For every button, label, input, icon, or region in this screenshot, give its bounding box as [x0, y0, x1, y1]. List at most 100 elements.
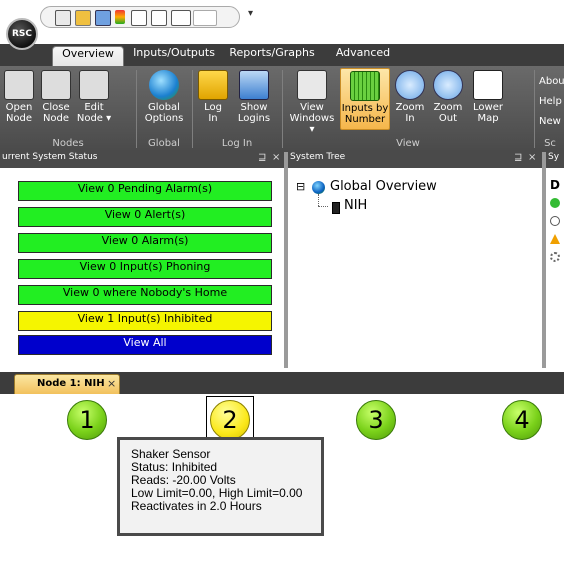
zoom-in-button[interactable]: Zoom In: [392, 68, 428, 130]
close-icon[interactable]: ×: [272, 152, 280, 163]
pdf-icon[interactable]: [193, 10, 217, 26]
settings-icon[interactable]: [95, 10, 111, 26]
node-icon: [332, 202, 340, 214]
zoom-in-label: Zoom In: [395, 102, 425, 124]
new-link[interactable]: New: [539, 112, 564, 132]
tree-item-global-overview[interactable]: Global Overview: [330, 179, 437, 194]
globe-icon: [312, 181, 325, 194]
group-global: Global: [148, 138, 180, 149]
grid-icon: [350, 71, 380, 101]
zoom-out-icon: [433, 70, 463, 100]
open-node-icon: [4, 70, 34, 100]
ribbon-separator: [136, 70, 137, 148]
edit-node-icon: [79, 70, 109, 100]
zoom-out-button[interactable]: Zoom Out: [430, 68, 466, 130]
lower-map-button[interactable]: Lower Map: [468, 68, 508, 130]
ribbon-tab-strip: Overview Inputs/Outputs Reports/Graphs A…: [0, 44, 564, 66]
inputs-by-number-label: Inputs by Number: [341, 103, 389, 125]
check-icon: [550, 198, 560, 208]
show-logins-button[interactable]: Show Logins: [232, 68, 276, 130]
edit-node-button[interactable]: Edit Node ▾: [74, 68, 114, 130]
tab-reports-graphs[interactable]: Reports/Graphs: [224, 46, 320, 66]
ribbon-separator: [192, 70, 193, 148]
windows-icon: [297, 70, 327, 100]
ribbon: Open Node Close Node Edit Node ▾ Nodes G…: [0, 66, 564, 152]
node-circle-1[interactable]: 1: [67, 400, 107, 440]
lower-map-label: Lower Map: [473, 102, 503, 124]
pin-icon[interactable]: ⊒: [258, 152, 266, 163]
global-options-label: Global Options: [144, 102, 184, 124]
nobody-home-button[interactable]: View 0 where Nobody's Home: [18, 285, 272, 305]
alerts-button[interactable]: View 0 Alert(s): [18, 207, 272, 227]
map-icon: [473, 70, 503, 100]
right-panel-letter: D: [550, 178, 560, 192]
users-icon: [239, 70, 269, 100]
inputs-by-number-button[interactable]: Inputs by Number: [340, 68, 390, 130]
group-nodes: Nodes: [52, 138, 84, 149]
globe-icon: [149, 70, 179, 100]
tree-item-nih[interactable]: NIH: [344, 198, 367, 213]
gear-icon: [550, 252, 560, 262]
ribbon-separator: [534, 70, 535, 148]
tree-line: [318, 206, 328, 208]
all-avg-icon[interactable]: [131, 10, 147, 26]
users-icon[interactable]: [75, 10, 91, 26]
warning-icon: [550, 234, 560, 244]
lock-icon: [198, 70, 228, 100]
close-icon[interactable]: ×: [528, 152, 536, 163]
ribbon-side-links: Abou Help New: [539, 72, 564, 132]
log-in-button[interactable]: Log In: [196, 68, 230, 130]
close-icon[interactable]: ×: [107, 375, 116, 393]
pending-alarms-button[interactable]: View 0 Pending Alarm(s): [18, 181, 272, 201]
about-link[interactable]: Abou: [539, 72, 564, 92]
close-node-button[interactable]: Close Node: [38, 68, 74, 130]
status-panel-title: urrent System Status: [2, 152, 98, 162]
right-panel-body: D: [546, 168, 564, 368]
status-panel-header: urrent System Status ⊒ ×: [0, 152, 284, 168]
ribbon-separator: [282, 70, 283, 148]
qat-customize-icon[interactable]: ▾: [248, 8, 253, 19]
clock-icon[interactable]: [55, 10, 71, 26]
node-circle-3[interactable]: 3: [356, 400, 396, 440]
pin-icon[interactable]: ⊒: [514, 152, 522, 163]
help-link[interactable]: Help: [539, 92, 564, 112]
collapse-icon[interactable]: ⊟: [296, 180, 305, 193]
group-sc: Sc: [544, 138, 556, 149]
all-icon[interactable]: [151, 10, 167, 26]
system-tree: [288, 168, 542, 368]
node-circle-2[interactable]: 2: [210, 400, 250, 440]
doc-tab-label: Node 1: NIH: [37, 378, 105, 389]
view-windows-label: View Windows ▾: [289, 102, 335, 135]
edit-node-label: Edit Node ▾: [76, 102, 112, 124]
inputs-inhibited-button[interactable]: View 1 Input(s) Inhibited: [18, 311, 272, 331]
graph-icon[interactable]: [171, 10, 191, 26]
show-logins-label: Show Logins: [237, 102, 271, 124]
view-all-button[interactable]: View All: [18, 335, 272, 355]
tab-node-1-nih[interactable]: Node 1: NIH ×: [14, 374, 120, 394]
tab-inputs-outputs[interactable]: Inputs/Outputs: [130, 46, 218, 66]
view-windows-button[interactable]: View Windows ▾: [286, 68, 338, 135]
close-node-icon: [41, 70, 71, 100]
tab-overview[interactable]: Overview: [52, 46, 124, 66]
group-log-in: Log In: [221, 138, 253, 149]
alarms-button[interactable]: View 0 Alarm(s): [18, 233, 272, 253]
tooltip-reactivation: Reactivates in 2.0 Hours: [131, 499, 262, 513]
open-node-button[interactable]: Open Node: [0, 68, 38, 130]
tab-advanced[interactable]: Advanced: [326, 46, 400, 66]
right-panel-header: Sy: [546, 152, 564, 168]
quick-access-toolbar: [40, 6, 240, 28]
application-menu-button[interactable]: RSC: [6, 18, 38, 50]
inputs-phoning-button[interactable]: View 0 Input(s) Phoning: [18, 259, 272, 279]
level-icon[interactable]: [115, 10, 125, 24]
global-options-button[interactable]: Global Options: [140, 68, 188, 130]
zoom-out-label: Zoom Out: [433, 102, 463, 124]
tree-panel-title: System Tree: [290, 152, 346, 162]
log-in-label: Log In: [204, 102, 222, 124]
tree-line: [318, 194, 320, 206]
group-view: View: [396, 138, 420, 149]
node-tooltip: Shaker Sensor Status: Inhibited Reads: -…: [117, 437, 324, 536]
node-circle-4[interactable]: 4: [502, 400, 542, 440]
close-node-label: Close Node: [42, 102, 70, 124]
open-node-label: Open Node: [5, 102, 33, 124]
clock-icon: [550, 216, 560, 226]
